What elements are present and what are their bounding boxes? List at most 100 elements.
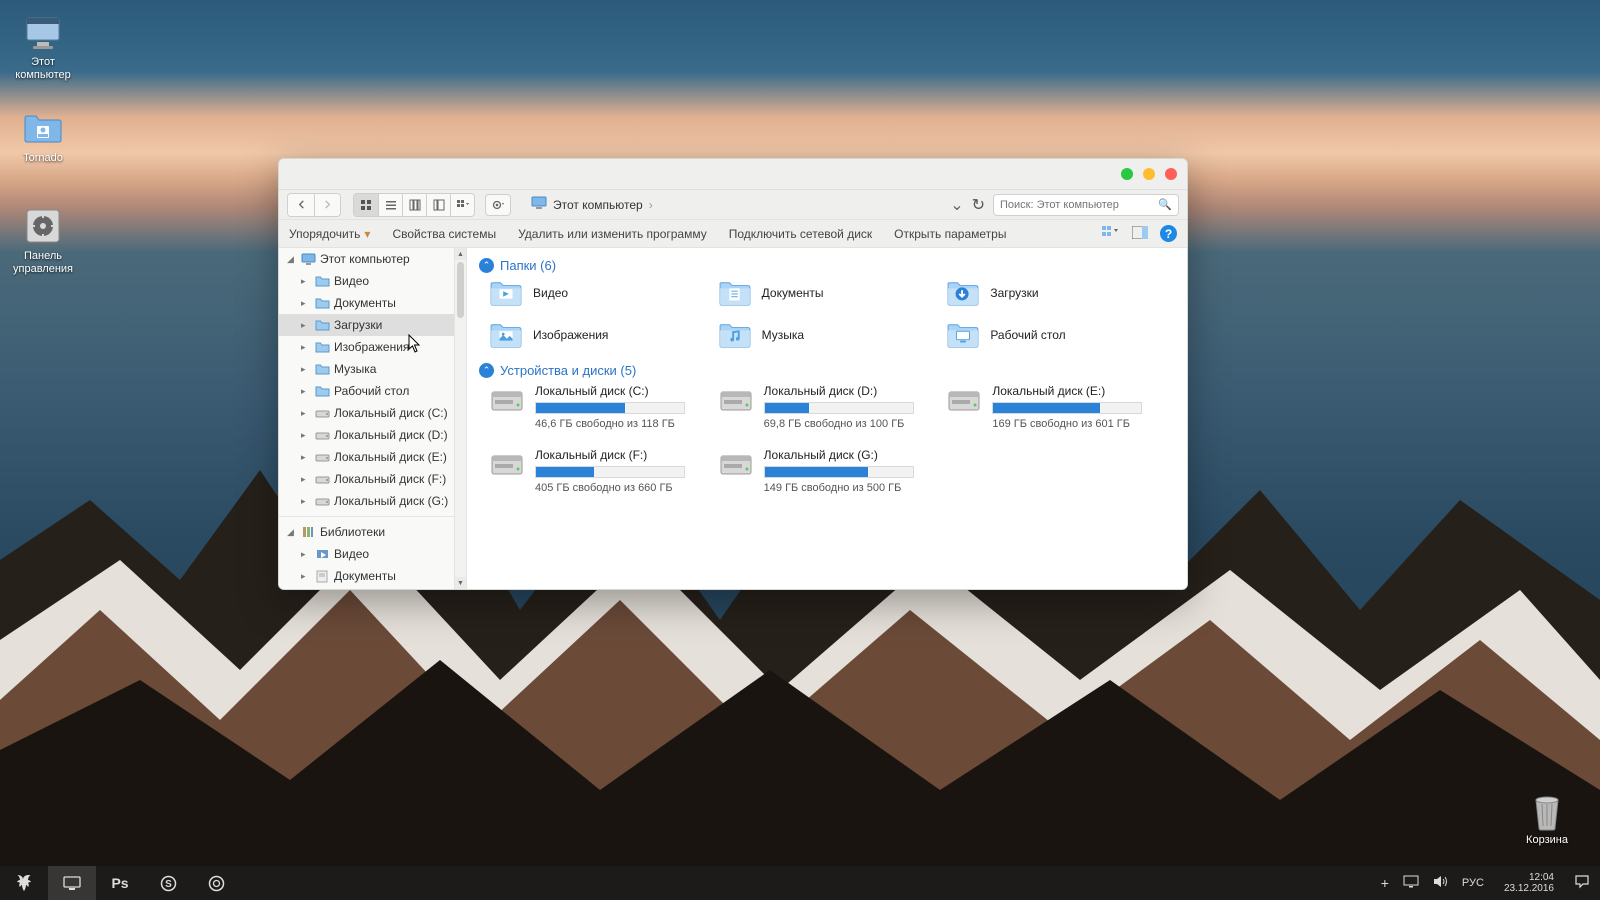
sidebar-item-library[interactable]: ▸Документы — [279, 565, 466, 587]
drive-usage-bar — [535, 402, 685, 414]
preview-pane-button[interactable] — [1132, 226, 1148, 242]
view-icons-button[interactable] — [354, 194, 378, 216]
folder-item[interactable]: Видео — [489, 279, 718, 307]
folder-item[interactable]: Изображения — [489, 321, 718, 349]
drive-icon — [489, 448, 525, 480]
nav-forward-button[interactable] — [314, 194, 340, 216]
sidebar-item-label: Локальный диск (G:) — [334, 494, 448, 508]
drive-item[interactable]: Локальный диск (F:) 405 ГБ свободно из 66… — [489, 448, 718, 494]
drive-icon — [718, 384, 754, 416]
tray-date: 23.12.2016 — [1504, 883, 1554, 895]
desktop-icon-tornado[interactable]: Tornado — [4, 108, 82, 165]
titlebar[interactable] — [279, 159, 1187, 190]
drive-usage-bar — [764, 466, 914, 478]
sidebar-item-label: Рабочий стол — [334, 384, 409, 398]
view-list-button[interactable] — [378, 194, 402, 216]
search-box[interactable]: 🔍 — [993, 194, 1179, 216]
folder-label: Видео — [533, 286, 568, 300]
sidebar-scrollbar[interactable]: ▲ ▼ — [454, 248, 466, 589]
sidebar-item-drive[interactable]: ▸Локальный диск (G:) — [279, 490, 466, 512]
breadcrumb-history-button[interactable]: ⌄ — [950, 195, 963, 215]
sidebar-item-folder[interactable]: ▸Рабочий стол — [279, 380, 466, 402]
tray-add-icon[interactable]: + — [1381, 875, 1389, 891]
view-grouping-button[interactable] — [450, 194, 474, 216]
desktop-icon-control-panel[interactable]: Панель управления — [4, 206, 82, 276]
desktop-icon-this-pc[interactable]: Этот компьютер — [4, 12, 82, 82]
open-settings-link[interactable]: Открыть параметры — [894, 227, 1006, 241]
folder-icon — [314, 295, 330, 311]
nav-back-button[interactable] — [288, 194, 314, 216]
drive-item[interactable]: Локальный диск (E:)169 ГБ свободно из 60… — [946, 384, 1175, 430]
sidebar-item-folder[interactable]: ▸Документы — [279, 292, 466, 314]
tray-action-center-icon[interactable] — [1574, 874, 1590, 892]
folder-item[interactable]: Рабочий стол — [946, 321, 1175, 349]
tray-clock[interactable]: 12:04 23.12.2016 — [1498, 872, 1560, 895]
group-header-folders[interactable]: ⌃ Папки (6) — [479, 258, 1175, 273]
drive-usage-bar — [764, 402, 914, 414]
sidebar-item-drive[interactable]: ▸Локальный диск (D:) — [279, 424, 466, 446]
tray-language[interactable]: РУС — [1462, 877, 1484, 889]
sidebar-item-label: Видео — [334, 547, 369, 561]
sidebar-root-libraries[interactable]: ◢ Библиотеки — [279, 521, 466, 543]
view-options-button[interactable] — [1102, 225, 1120, 242]
group-header-drives[interactable]: ⌃ Устройства и диски (5) — [479, 363, 1175, 378]
sidebar-item-folder[interactable]: ▸Изображения — [279, 336, 466, 358]
drive-item[interactable]: Локальный диск (D:)69,8 ГБ свободно из 1… — [718, 384, 947, 430]
sidebar-item-drive[interactable]: ▸Локальный диск (E:) — [279, 446, 466, 468]
taskbar-skype-button[interactable]: S — [144, 866, 192, 900]
breadcrumb-separator: › — [649, 198, 653, 212]
settings-gear-button[interactable] — [485, 194, 511, 216]
sidebar-item-library[interactable]: ▸Видео — [279, 543, 466, 565]
scroll-down-button[interactable]: ▼ — [455, 577, 466, 589]
folder-icon — [489, 321, 523, 349]
drive-icon — [314, 449, 330, 465]
drive-item[interactable]: Локальный диск (G:)149 ГБ свободно из 50… — [718, 448, 947, 494]
sidebar-item-label: Локальный диск (D:) — [334, 428, 448, 442]
breadcrumb[interactable]: Этот компьютер › — [531, 196, 653, 213]
folder-icon — [314, 273, 330, 289]
tray-volume-icon[interactable] — [1433, 875, 1448, 891]
drive-item[interactable]: Локальный диск (C:)46,6 ГБ свободно из 1… — [489, 384, 718, 430]
tray-monitor-icon[interactable] — [1403, 875, 1419, 891]
desktop-icon-trash[interactable]: Корзина — [1512, 790, 1582, 846]
view-gallery-button[interactable] — [426, 194, 450, 216]
sidebar-item-folder[interactable]: ▸Музыка — [279, 358, 466, 380]
taskbar-explorer-button[interactable] — [48, 866, 96, 900]
sidebar-root-this-pc[interactable]: ◢ Этот компьютер — [279, 248, 466, 270]
folder-item[interactable]: Документы — [718, 279, 947, 307]
help-button[interactable]: ? — [1160, 225, 1177, 242]
close-button[interactable] — [1165, 168, 1177, 180]
scrollbar-thumb[interactable] — [457, 262, 464, 318]
sidebar-item-drive[interactable]: ▸Локальный диск (F:) — [279, 468, 466, 490]
organize-menu[interactable]: Упорядочить ▾ — [289, 227, 370, 241]
drive-icon — [946, 384, 982, 416]
start-button[interactable] — [0, 866, 48, 900]
sidebar-item-label: Изображения — [334, 340, 409, 354]
minimize-button[interactable] — [1121, 168, 1133, 180]
taskbar-photoshop-button[interactable]: Ps — [96, 866, 144, 900]
sidebar-item-label: Локальный диск (C:) — [334, 406, 448, 420]
control-panel-icon — [23, 206, 63, 246]
sidebar-item-drive[interactable]: ▸Локальный диск (C:) — [279, 402, 466, 424]
breadcrumb-location[interactable]: Этот компьютер — [553, 198, 643, 212]
sidebar-item-label: Документы — [334, 569, 396, 583]
drive-free-text: 46,6 ГБ свободно из 118 ГБ — [535, 418, 700, 430]
folder-item[interactable]: Загрузки — [946, 279, 1175, 307]
map-network-drive-link[interactable]: Подключить сетевой диск — [729, 227, 872, 241]
folder-item[interactable]: Музыка — [718, 321, 947, 349]
refresh-button[interactable]: ↻ — [972, 195, 985, 215]
uninstall-program-link[interactable]: Удалить или изменить программу — [518, 227, 707, 241]
view-columns-button[interactable] — [402, 194, 426, 216]
drive-label: Локальный диск (F:) — [535, 448, 700, 462]
computer-icon — [300, 251, 316, 267]
sidebar-item-folder[interactable]: ▸Загрузки — [279, 314, 466, 336]
taskbar-chrome-button[interactable] — [192, 866, 240, 900]
sidebar-item-folder[interactable]: ▸Видео — [279, 270, 466, 292]
scroll-up-button[interactable]: ▲ — [455, 248, 466, 260]
libraries-icon — [300, 524, 316, 540]
drive-free-text: 405 ГБ свободно из 660 ГБ — [535, 482, 700, 494]
maximize-button[interactable] — [1143, 168, 1155, 180]
search-input[interactable] — [1000, 199, 1158, 211]
system-properties-link[interactable]: Свойства системы — [392, 227, 496, 241]
desktop-icon-label: Этот компьютер — [4, 56, 82, 82]
